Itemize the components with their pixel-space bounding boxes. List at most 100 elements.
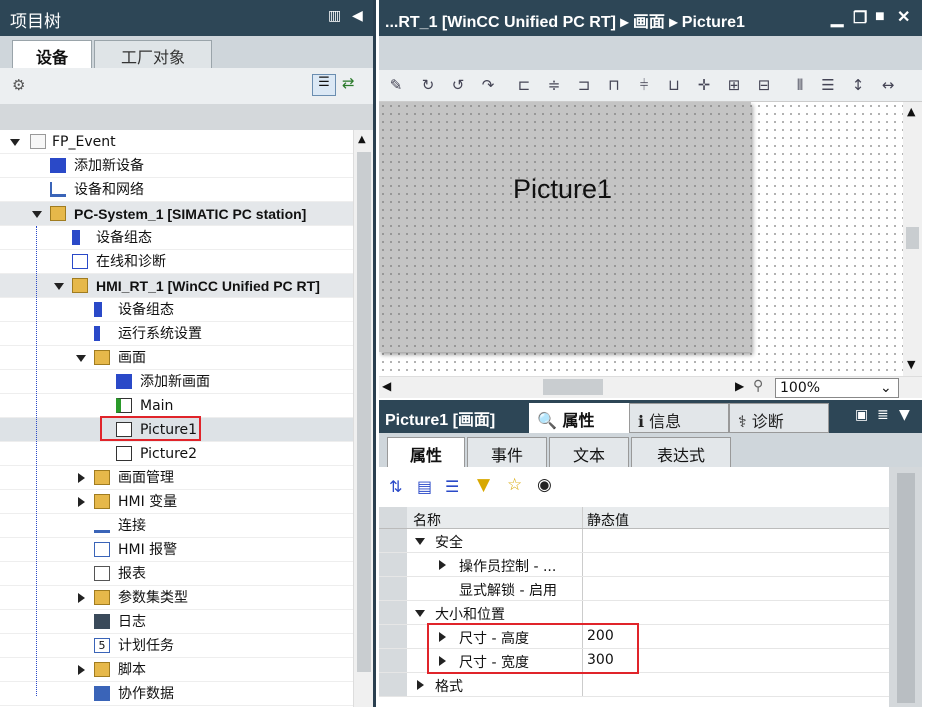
- property-row-operator-control[interactable]: 操作员控制 - ...: [379, 553, 889, 577]
- distribute-vertical-icon[interactable]: ☰: [819, 76, 837, 94]
- align-center-icon[interactable]: ≑: [545, 76, 563, 94]
- picture1-screen[interactable]: Picture1: [379, 102, 751, 352]
- expand-arrow-icon[interactable]: [54, 283, 64, 290]
- tree-item-runtime-settings[interactable]: 运行系统设置: [0, 322, 353, 346]
- canvas-horizontal-scrollbar[interactable]: ◀ ▶ ⚲ 100% ⌄: [379, 376, 922, 398]
- group-icon[interactable]: ▤: [417, 477, 432, 496]
- height-icon[interactable]: ↕: [849, 76, 867, 94]
- collapse-arrow-icon[interactable]: [78, 473, 85, 483]
- property-row-size-position[interactable]: 大小和位置: [379, 601, 889, 625]
- panel-layout-icon[interactable]: ▥: [328, 8, 341, 24]
- expand-arrow-icon[interactable]: [76, 355, 86, 362]
- collapse-arrow-icon[interactable]: [439, 560, 446, 570]
- property-row-security[interactable]: 安全: [379, 529, 889, 553]
- tab-properties[interactable]: 🔍 属性: [529, 403, 629, 433]
- panel-layout-icon[interactable]: ▣: [855, 407, 868, 423]
- tab-diagnostics[interactable]: ⚕ 诊断: [729, 403, 829, 433]
- subtab-events[interactable]: 事件: [467, 437, 547, 467]
- expand-arrow-icon[interactable]: [415, 610, 425, 617]
- collapse-arrow-icon[interactable]: [78, 593, 85, 603]
- align-right-icon[interactable]: ⊐: [575, 76, 593, 94]
- subtab-properties[interactable]: 属性: [387, 437, 465, 467]
- sync-icon[interactable]: ⇄: [342, 74, 355, 92]
- property-row-explicit-unlock[interactable]: 显式解锁 - 启用: [379, 577, 889, 601]
- minimize-icon[interactable]: ▁: [831, 8, 843, 28]
- rotate-left-icon[interactable]: ↺: [449, 76, 467, 94]
- grid-settings-icon[interactable]: ⚙: [12, 76, 25, 94]
- collapse-arrow-icon[interactable]: [78, 665, 85, 675]
- align-left-icon[interactable]: ⊏: [515, 76, 533, 94]
- star-icon[interactable]: ☆: [507, 475, 522, 495]
- scroll-right-icon[interactable]: ▶: [735, 379, 744, 393]
- sort-az-icon[interactable]: ⇅: [389, 477, 402, 496]
- tree-scrollbar[interactable]: ▲: [353, 130, 373, 707]
- tree-item-hmi-rt[interactable]: HMI_RT_1 [WinCC Unified PC RT]: [0, 274, 353, 298]
- property-scrollbar[interactable]: [889, 467, 922, 707]
- tree-item-picture2[interactable]: Picture2: [0, 442, 353, 466]
- tree-item-add-screen[interactable]: 添加新画面: [0, 370, 353, 394]
- tree-item-project[interactable]: FP_Event: [0, 130, 353, 154]
- chevron-down-icon[interactable]: ▼: [899, 407, 910, 423]
- property-row-format[interactable]: 格式: [379, 673, 889, 697]
- scroll-thumb[interactable]: [357, 152, 371, 672]
- distribute-horizontal-icon[interactable]: ⫴: [791, 76, 809, 94]
- maximize-icon[interactable]: ■: [875, 8, 885, 26]
- subtab-expressions[interactable]: 表达式: [631, 437, 731, 467]
- tree-item-screens[interactable]: 画面: [0, 346, 353, 370]
- tree-item-hmi-alarms[interactable]: HMI 报警: [0, 538, 353, 562]
- expand-arrow-icon[interactable]: [32, 211, 42, 218]
- filter-icon[interactable]: ▼: [477, 475, 490, 495]
- tree-item-device-config-1[interactable]: 设备组态: [0, 226, 353, 250]
- scroll-thumb[interactable]: [906, 227, 919, 249]
- list-view-icon[interactable]: ☰: [312, 74, 336, 96]
- width-icon[interactable]: ↔: [879, 76, 897, 94]
- expand-arrow-icon[interactable]: [10, 139, 20, 146]
- rotate-right-icon[interactable]: ↷: [479, 76, 497, 94]
- scroll-up-icon[interactable]: ▲: [907, 105, 915, 118]
- tree-item-logs[interactable]: 日志: [0, 610, 353, 634]
- canvas-vertical-scrollbar[interactable]: ▲ ▼: [903, 102, 922, 376]
- restore-icon[interactable]: ❐: [853, 8, 867, 28]
- expand-arrow-icon[interactable]: [415, 538, 425, 545]
- zoom-select[interactable]: 100% ⌄: [775, 378, 899, 398]
- eye-icon[interactable]: ◉: [537, 475, 552, 495]
- collapse-left-icon[interactable]: ◀: [352, 8, 363, 24]
- collapse-arrow-icon[interactable]: [417, 680, 424, 690]
- tab-info[interactable]: ℹ 信息: [629, 403, 729, 433]
- format-painter-icon[interactable]: ✎: [387, 76, 405, 94]
- subtab-texts[interactable]: 文本: [549, 437, 629, 467]
- list-view-icon[interactable]: ☰: [445, 477, 459, 496]
- align-middle-icon[interactable]: ⫩: [635, 76, 653, 94]
- tab-devices[interactable]: 设备: [12, 40, 92, 68]
- tree-item-add-device[interactable]: 添加新设备: [0, 154, 353, 178]
- tree-item-main[interactable]: Main: [0, 394, 353, 418]
- tree-item-scheduled-tasks[interactable]: 5 计划任务: [0, 634, 353, 658]
- screen-canvas[interactable]: Picture1: [379, 102, 903, 376]
- scroll-up-icon[interactable]: ▲: [358, 134, 366, 145]
- center-icon[interactable]: ✛: [695, 76, 713, 94]
- zoom-icon[interactable]: ⚲: [753, 378, 763, 394]
- tree-item-parameter-set-types[interactable]: 参数集类型: [0, 586, 353, 610]
- same-size-icon[interactable]: ⊞: [725, 76, 743, 94]
- tree-item-pc-system[interactable]: PC-System_1 [SIMATIC PC station]: [0, 202, 353, 226]
- tree-item-hmi-tags[interactable]: HMI 变量: [0, 490, 353, 514]
- tab-plant-objects[interactable]: 工厂对象: [94, 40, 212, 68]
- same-width-icon[interactable]: ⊟: [755, 76, 773, 94]
- collapse-arrow-icon[interactable]: [78, 497, 85, 507]
- chevron-down-icon[interactable]: ⌄: [880, 379, 892, 397]
- scroll-thumb[interactable]: [543, 379, 603, 395]
- align-top-icon[interactable]: ⊓: [605, 76, 623, 94]
- tree-item-scripts[interactable]: 脚本: [0, 658, 353, 682]
- scroll-left-icon[interactable]: ◀: [382, 379, 391, 393]
- align-bottom-icon[interactable]: ⊔: [665, 76, 683, 94]
- scroll-thumb[interactable]: [897, 473, 915, 703]
- tree-item-reports[interactable]: 报表: [0, 562, 353, 586]
- tree-item-device-config-2[interactable]: 设备组态: [0, 298, 353, 322]
- tree-item-devices-networks[interactable]: 设备和网络: [0, 178, 353, 202]
- rotate-icon[interactable]: ↻: [419, 76, 437, 94]
- scroll-down-icon[interactable]: ▼: [907, 358, 915, 371]
- tree-item-collaboration-data[interactable]: 协作数据: [0, 682, 353, 706]
- tree-item-screen-management[interactable]: 画面管理: [0, 466, 353, 490]
- list-icon[interactable]: ≣: [877, 407, 889, 423]
- tree-item-online-diagnostics[interactable]: 在线和诊断: [0, 250, 353, 274]
